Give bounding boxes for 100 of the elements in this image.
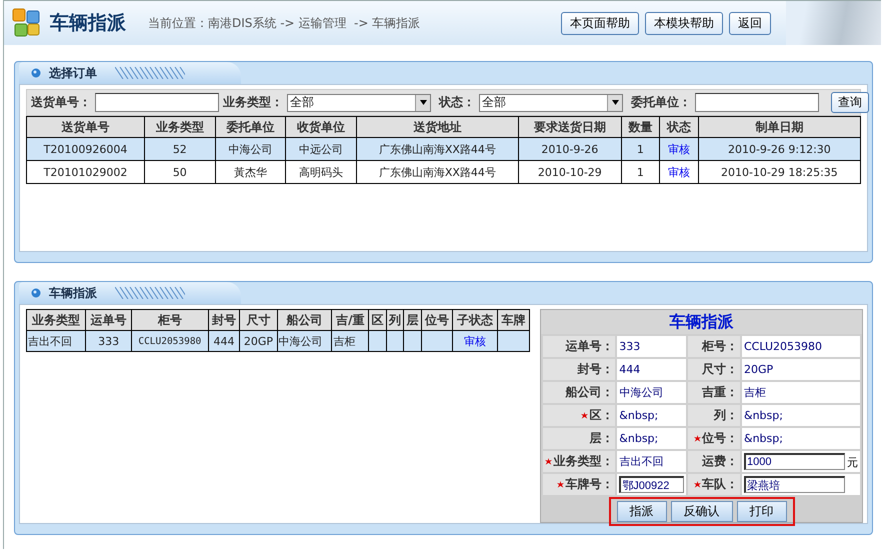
- input-field[interactable]: 梁燕培: [744, 476, 845, 493]
- required-icon: [557, 481, 564, 488]
- table-row[interactable]: 吉出不回 333 CCLU2053980 444 20GP 中海公司 吉柜 审核: [26, 330, 530, 352]
- column-header: 送货地址: [356, 116, 519, 138]
- table-cell: 444: [208, 330, 240, 352]
- column-header: 尺寸: [240, 310, 278, 330]
- field-value: 吉出不回: [619, 455, 664, 468]
- panel-title: 选择订单: [49, 64, 97, 82]
- field-label: 列：: [714, 407, 738, 424]
- column-header: 位号: [421, 310, 452, 330]
- column-header: 要求送货日期: [518, 116, 622, 138]
- field-value: 中海公司: [619, 386, 664, 399]
- stripes-icon: [115, 67, 185, 79]
- unit-label: 元: [847, 455, 858, 470]
- field-label: 柜号：: [702, 338, 738, 355]
- filter-select[interactable]: 全部: [287, 94, 431, 112]
- field-value: 吉柜: [744, 386, 766, 399]
- column-header: 层: [404, 310, 422, 330]
- column-header: 子状态: [452, 310, 498, 330]
- app-logo-icon: [12, 8, 42, 38]
- table-cell: 吉柜: [332, 330, 369, 352]
- column-header: 委托单位: [215, 116, 286, 138]
- field-label: 船公司：: [565, 384, 614, 401]
- table-cell: 广东佛山南海XX路44号: [356, 160, 519, 184]
- column-header: 船公司: [277, 310, 332, 330]
- table-cell: 高明码头: [286, 160, 356, 184]
- table-cell: 2010-10-29 18:25:35: [698, 160, 860, 184]
- required-icon: [694, 435, 701, 442]
- table-row[interactable]: T20100926004 52 中海公司 中远公司 广东佛山南海XX路44号 2010-9-26 1 审核 2010-9-26 9:12:30: [26, 138, 860, 160]
- filter-input[interactable]: [695, 93, 819, 112]
- field-label: 业务类型：: [553, 453, 614, 470]
- field-label: 层：: [589, 430, 614, 447]
- column-header: 封号: [208, 310, 240, 330]
- table-cell: 20GP: [240, 330, 278, 352]
- table-cell: 2010-9-26 9:12:30: [698, 138, 860, 160]
- table-cell: 1: [621, 138, 660, 160]
- bullet-icon: [31, 288, 41, 298]
- table-cell: 吉出不回: [26, 330, 86, 352]
- table-cell: 黃杰华: [215, 160, 286, 184]
- page-title: 车辆指派: [50, 11, 126, 36]
- table-cell: 333: [86, 330, 132, 352]
- search-button[interactable]: 查询: [831, 92, 869, 113]
- field-label: 车队：: [702, 476, 738, 493]
- column-header: 吉/重: [332, 310, 369, 330]
- table-row[interactable]: T20101029002 50 黃杰华 高明码头 广东佛山南海XX路44号 2010-10-29 1 审核 2010-10-29 18:25:35: [26, 160, 860, 184]
- required-icon: [694, 481, 701, 488]
- filter-select[interactable]: 全部: [479, 94, 623, 112]
- field-value: CCLU2053980: [744, 340, 822, 353]
- column-header: 柜号: [131, 310, 208, 330]
- field-label: 封号：: [577, 361, 614, 378]
- table-cell: CCLU2053980: [131, 330, 208, 352]
- table-cell: 1: [621, 160, 660, 184]
- table-cell: 52: [144, 138, 216, 160]
- table-cell: 中海公司: [215, 138, 286, 160]
- table-cell: T20100926004: [26, 138, 145, 160]
- column-header: 数量: [621, 116, 660, 138]
- field-label: 吉重：: [702, 384, 738, 401]
- column-header: 业务类型: [26, 310, 86, 330]
- dropdown-arrow-icon: [420, 100, 426, 105]
- help-button[interactable]: 本页面帮助: [561, 12, 639, 34]
- field-label: 车牌号：: [565, 476, 614, 493]
- field-label: 尺寸：: [702, 361, 738, 378]
- form-title: 车辆指派: [541, 310, 862, 334]
- stripes-icon: [115, 287, 185, 299]
- action-button[interactable]: 指派: [616, 501, 666, 522]
- required-icon: [581, 412, 588, 419]
- field-label: 运费：: [702, 453, 738, 470]
- field-value: &nbsp;: [619, 409, 658, 422]
- column-header: 车牌: [498, 310, 530, 330]
- input-field[interactable]: 1000: [744, 453, 845, 470]
- filter-label: 状态：: [439, 94, 475, 111]
- field-label: 位号：: [702, 430, 738, 447]
- filter-label: 委托单位：: [631, 94, 691, 111]
- help-button[interactable]: 返回: [729, 12, 771, 34]
- field-value: 20GP: [744, 363, 774, 376]
- help-button[interactable]: 本模块帮助: [645, 12, 723, 34]
- field-value: &nbsp;: [619, 432, 658, 445]
- dropdown-arrow-icon: [612, 100, 618, 105]
- table-cell: 广东佛山南海XX路44号: [356, 138, 519, 160]
- column-header: 送货单号: [26, 116, 145, 138]
- field-label: 运单号：: [565, 338, 614, 355]
- action-button[interactable]: 反确认: [670, 501, 732, 522]
- column-header: 区: [368, 310, 386, 330]
- input-field[interactable]: 鄂J00922: [619, 476, 684, 493]
- bullet-icon: [31, 68, 41, 78]
- column-header: 制单日期: [698, 116, 860, 138]
- breadcrumb: 当前位置：南港DIS系统 -> 运输管理 -> 车辆指派: [148, 14, 420, 32]
- field-value: 444: [619, 363, 640, 376]
- column-header: 运单号: [86, 310, 132, 330]
- field-value: 333: [619, 340, 640, 353]
- field-label: 区：: [589, 407, 614, 424]
- filter-input[interactable]: [95, 93, 219, 112]
- panel-title: 车辆指派: [49, 284, 97, 302]
- required-icon: [545, 458, 552, 465]
- table-cell: 中远公司: [286, 138, 356, 160]
- table-cell: 中海公司: [277, 330, 332, 352]
- action-button[interactable]: 打印: [736, 501, 786, 522]
- column-header: 状态: [660, 116, 698, 138]
- table-cell: T20101029002: [26, 160, 145, 184]
- table-cell: 2010-10-29: [518, 160, 622, 184]
